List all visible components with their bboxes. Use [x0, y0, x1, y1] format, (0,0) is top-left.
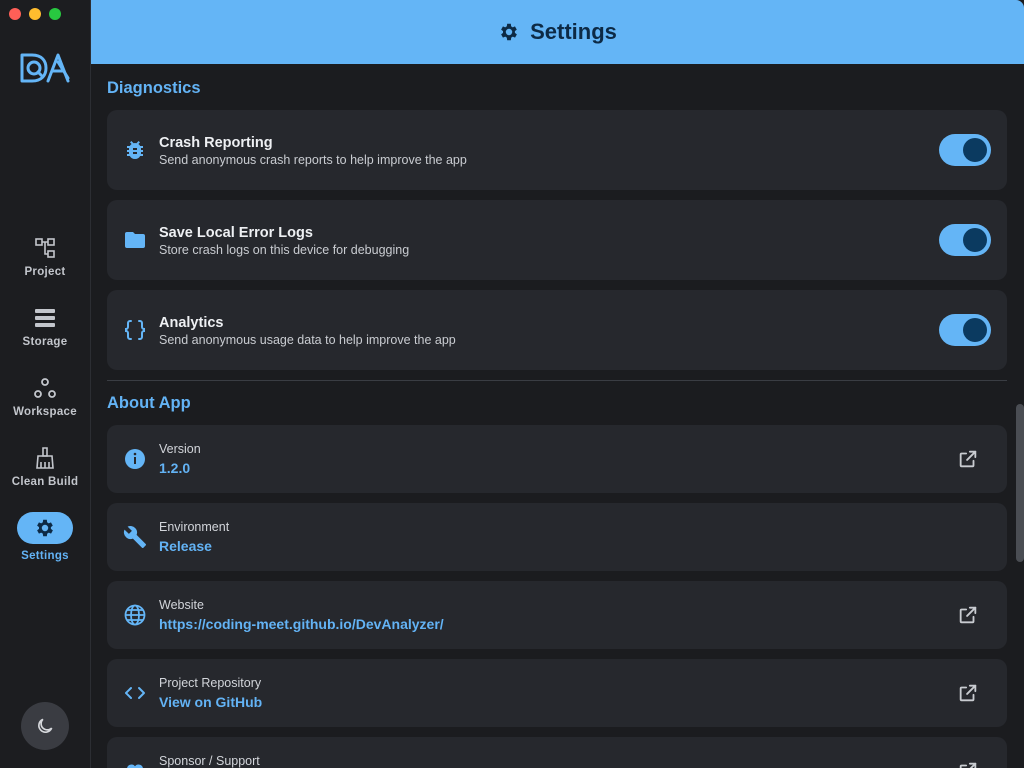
info-icon [125, 449, 145, 469]
setting-crash-reporting: Crash Reporting Send anonymous crash rep… [107, 110, 1007, 190]
sidebar: Project Storage Workspace Clean Build Se… [0, 0, 91, 768]
settings-active-pill [17, 512, 73, 544]
sidebar-item-project[interactable]: Project [0, 236, 90, 278]
bug-icon [127, 141, 143, 160]
sidebar-item-label: Clean Build [11, 476, 79, 488]
setting-title: Crash Reporting [159, 135, 273, 151]
setting-save-local-error-logs: Save Local Error Logs Store crash logs o… [107, 200, 1007, 280]
sidebar-item-label: Storage [22, 336, 68, 348]
about-label: Website [159, 598, 204, 612]
sidebar-item-label: Project [24, 266, 66, 278]
folder-icon [125, 232, 145, 248]
maximize-window-button[interactable] [49, 8, 61, 20]
toggle-knob [963, 138, 987, 162]
open-external-icon[interactable] [957, 448, 979, 470]
globe-icon [124, 604, 146, 626]
settings-content: Diagnostics Crash Reporting Send anonymo… [91, 64, 1024, 768]
code-icon [125, 687, 145, 699]
setting-subtitle: Store crash logs on this device for debu… [159, 243, 410, 257]
sidebar-item-settings[interactable]: Settings [0, 512, 90, 562]
project-tree-icon [35, 238, 55, 258]
crash-reporting-toggle[interactable] [939, 134, 991, 166]
toggle-knob [963, 318, 987, 342]
moon-icon [38, 718, 53, 733]
setting-title: Analytics [159, 315, 224, 331]
analytics-toggle[interactable] [939, 314, 991, 346]
close-window-button[interactable] [9, 8, 21, 20]
website-link[interactable]: https://coding-meet.github.io/DevAnalyze… [159, 616, 444, 632]
about-label: Project Repository [159, 676, 262, 690]
sidebar-item-label: Workspace [13, 406, 77, 418]
minimize-window-button[interactable] [29, 8, 41, 20]
open-external-icon[interactable] [957, 604, 979, 626]
wrench-icon [123, 525, 146, 548]
about-label: Environment [159, 520, 230, 534]
setting-analytics: Analytics Send anonymous usage data to h… [107, 290, 1007, 370]
about-project-repository[interactable]: Project Repository View on GitHub [107, 659, 1007, 727]
heart-icon [127, 764, 143, 768]
about-label: Sponsor / Support [159, 754, 260, 768]
setting-subtitle: Send anonymous crash reports to help imp… [159, 153, 467, 167]
theme-toggle-button[interactable] [21, 702, 69, 750]
github-link[interactable]: View on GitHub [159, 694, 262, 710]
sidebar-item-storage[interactable]: Storage [0, 306, 90, 348]
braces-icon [125, 320, 145, 340]
setting-subtitle: Send anonymous usage data to help improv… [159, 333, 456, 347]
broom-icon [36, 447, 54, 469]
gear-icon [37, 519, 53, 537]
workspace-icon [34, 378, 56, 398]
page-header: Settings [91, 0, 1024, 64]
about-environment: Environment Release [107, 503, 1007, 571]
storage-icon [35, 309, 55, 327]
section-divider [107, 380, 1007, 381]
save-local-error-logs-toggle[interactable] [939, 224, 991, 256]
open-external-icon[interactable] [957, 760, 979, 768]
sidebar-item-workspace[interactable]: Workspace [0, 376, 90, 418]
about-value: 1.2.0 [159, 460, 191, 476]
about-sponsor-support[interactable]: Sponsor / Support [107, 737, 1007, 768]
section-title-about-app: About App [107, 394, 191, 412]
window-controls [9, 8, 61, 20]
about-website[interactable]: Website https://coding-meet.github.io/De… [107, 581, 1007, 649]
scrollbar-thumb[interactable] [1016, 404, 1024, 562]
app-logo [20, 53, 70, 83]
about-value: Release [159, 538, 212, 554]
section-title-diagnostics: Diagnostics [107, 79, 201, 97]
about-label: Version [159, 442, 201, 456]
about-version[interactable]: Version 1.2.0 [107, 425, 1007, 493]
toggle-knob [963, 228, 987, 252]
page-title: Settings [530, 19, 617, 44]
open-external-icon[interactable] [957, 682, 979, 704]
gear-icon [501, 23, 517, 41]
setting-title: Save Local Error Logs [159, 225, 313, 241]
sidebar-item-clean-build[interactable]: Clean Build [0, 446, 90, 488]
sidebar-item-label: Settings [21, 550, 69, 562]
